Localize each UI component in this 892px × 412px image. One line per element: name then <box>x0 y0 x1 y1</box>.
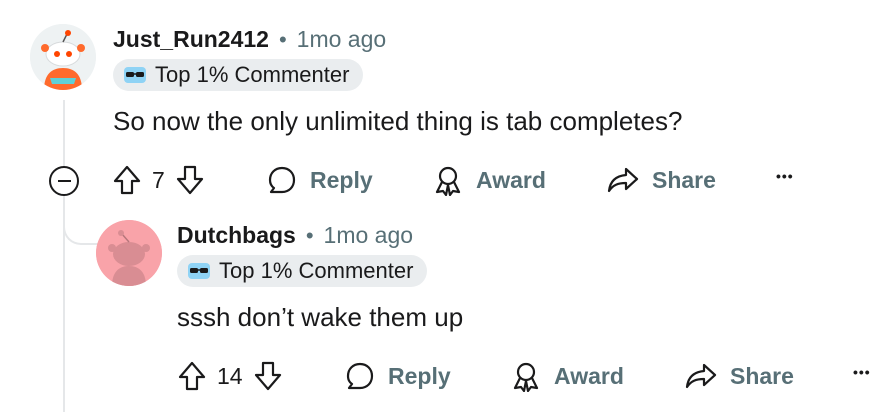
award-label: Award <box>476 166 546 193</box>
more-options-button[interactable]: ••• <box>853 364 871 380</box>
downvote-icon[interactable] <box>175 164 205 196</box>
separator-dot: • <box>305 222 314 248</box>
reply-header: Dutchbags • 1mo ago <box>177 222 413 249</box>
reply-label: Reply <box>310 166 373 193</box>
comment-body: sssh don’t wake them up <box>177 302 464 332</box>
flair-label: Top 1% Commenter <box>219 258 414 283</box>
comment-icon <box>346 362 374 390</box>
flair-label: Top 1% Commenter <box>155 62 350 87</box>
award-button[interactable]: Award <box>510 360 624 392</box>
upvote-icon[interactable] <box>112 164 142 196</box>
comment-body: So now the only unlimited thing is tab c… <box>113 106 683 136</box>
snoo-avatar-icon <box>30 24 96 90</box>
thread-line-branch <box>63 205 101 245</box>
award-icon <box>435 166 461 196</box>
avatar[interactable] <box>96 220 162 286</box>
downvote-icon[interactable] <box>253 360 283 392</box>
separator-dot: • <box>278 26 287 52</box>
share-label: Share <box>652 166 716 193</box>
upvote-icon[interactable] <box>177 360 207 392</box>
thread-line-main <box>63 100 65 412</box>
timestamp[interactable]: 1mo ago <box>297 26 387 53</box>
award-label: Award <box>554 362 624 389</box>
vote-count: 14 <box>217 362 243 389</box>
share-icon <box>685 363 717 389</box>
share-button[interactable]: Share <box>684 360 794 392</box>
avatar[interactable] <box>30 24 96 90</box>
reply-button[interactable]: Reply <box>344 360 451 392</box>
vote-group: 7 <box>112 164 205 196</box>
username[interactable]: Dutchbags <box>177 222 296 249</box>
comment-icon <box>268 166 296 194</box>
award-icon <box>513 362 539 392</box>
reply-label: Reply <box>388 362 451 389</box>
vote-group: 14 <box>177 360 283 392</box>
share-button[interactable]: Share <box>606 164 716 196</box>
comment-header: Just_Run2412 • 1mo ago <box>113 26 386 53</box>
award-button[interactable]: Award <box>432 164 546 196</box>
collapse-button[interactable] <box>49 166 79 196</box>
vote-count: 7 <box>152 166 165 193</box>
collapse-icon <box>57 180 71 182</box>
share-icon <box>607 167 639 193</box>
user-flair: Top 1% Commenter <box>177 255 428 287</box>
sunglasses-icon <box>124 67 146 83</box>
timestamp[interactable]: 1mo ago <box>324 222 414 249</box>
sunglasses-icon <box>188 263 210 279</box>
user-flair: Top 1% Commenter <box>113 59 364 91</box>
username[interactable]: Just_Run2412 <box>113 26 269 53</box>
share-label: Share <box>730 362 794 389</box>
more-options-button[interactable]: ••• <box>776 168 794 184</box>
snoo-avatar-icon <box>96 220 162 286</box>
reply-button[interactable]: Reply <box>266 164 373 196</box>
